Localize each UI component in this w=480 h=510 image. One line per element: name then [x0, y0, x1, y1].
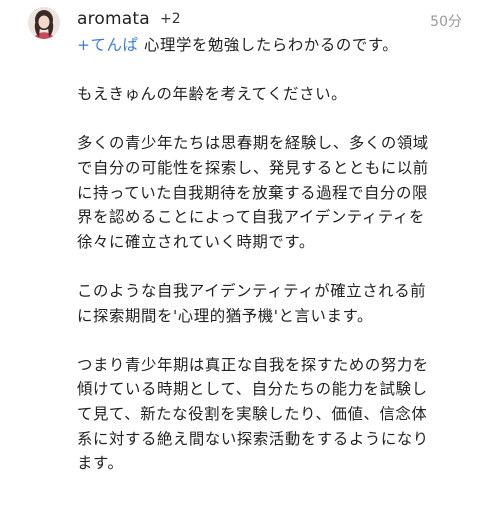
paragraph: もえきゅんの年齢を考えてください。 [77, 82, 462, 107]
comment: aromata +2 50分 +てんぱ 心理学を勉強したらわかるのです。 もえき… [0, 0, 480, 510]
text-line: 界を認めることによって自我アイデンティティを [77, 208, 425, 227]
text-line: で自分の可能性を探索し、発見するとともに以前 [77, 158, 429, 177]
text-line: 多くの青少年たちは思春期を経験し、多くの領域 [77, 134, 429, 153]
text-line: つまり青少年期は真正な自我を探すための努力を [77, 355, 429, 374]
text-line: ます。 [77, 454, 124, 473]
text-line: て見て、新たな役割を実験したり、価値、信念体 [77, 404, 428, 423]
text-line: 系に対する絶え間ない探索活動をするようになり [77, 429, 429, 448]
comment-header: aromata +2 50分 [77, 8, 462, 32]
comment-body: +てんぱ 心理学を勉強したらわかるのです。 もえきゅんの年齢を考えてください。多… [77, 33, 462, 476]
plus-count: +2 [160, 11, 181, 27]
username[interactable]: aromata [77, 9, 150, 29]
text-line: に探索期間を'心理的猶予機'と言います。 [77, 306, 373, 325]
text-line: もえきゅんの年齢を考えてください。 [77, 85, 348, 104]
text-line: 徐々に確立されていく時期です。 [77, 232, 315, 251]
avatar-image [28, 7, 60, 39]
paragraph: 多くの青少年たちは思春期を経験し、多くの領域 で自分の可能性を探索し、発見するとと… [77, 131, 462, 254]
first-line: +てんぱ 心理学を勉強したらわかるのです。 [77, 33, 462, 58]
first-line-text: 心理学を勉強したらわかるのです。 [138, 36, 399, 54]
mention-link[interactable]: +てんぱ [77, 36, 138, 54]
text-line: 傾けている時期として、自分たちの能力を試験し [77, 380, 428, 399]
text-line: このような自我アイデンティティが確立される前 [77, 281, 427, 300]
paragraph: つまり青少年期は真正な自我を探すための努力を 傾けている時期として、自分たちの能力… [77, 353, 462, 476]
paragraph: このような自我アイデンティティが確立される前 に探索期間を'心理的猶予機'と言いま… [77, 279, 462, 328]
timestamp: 50分 [430, 14, 462, 30]
avatar[interactable] [28, 7, 60, 39]
text-line: に持っていた自我期待を放棄する過程で自分の限 [77, 183, 429, 202]
